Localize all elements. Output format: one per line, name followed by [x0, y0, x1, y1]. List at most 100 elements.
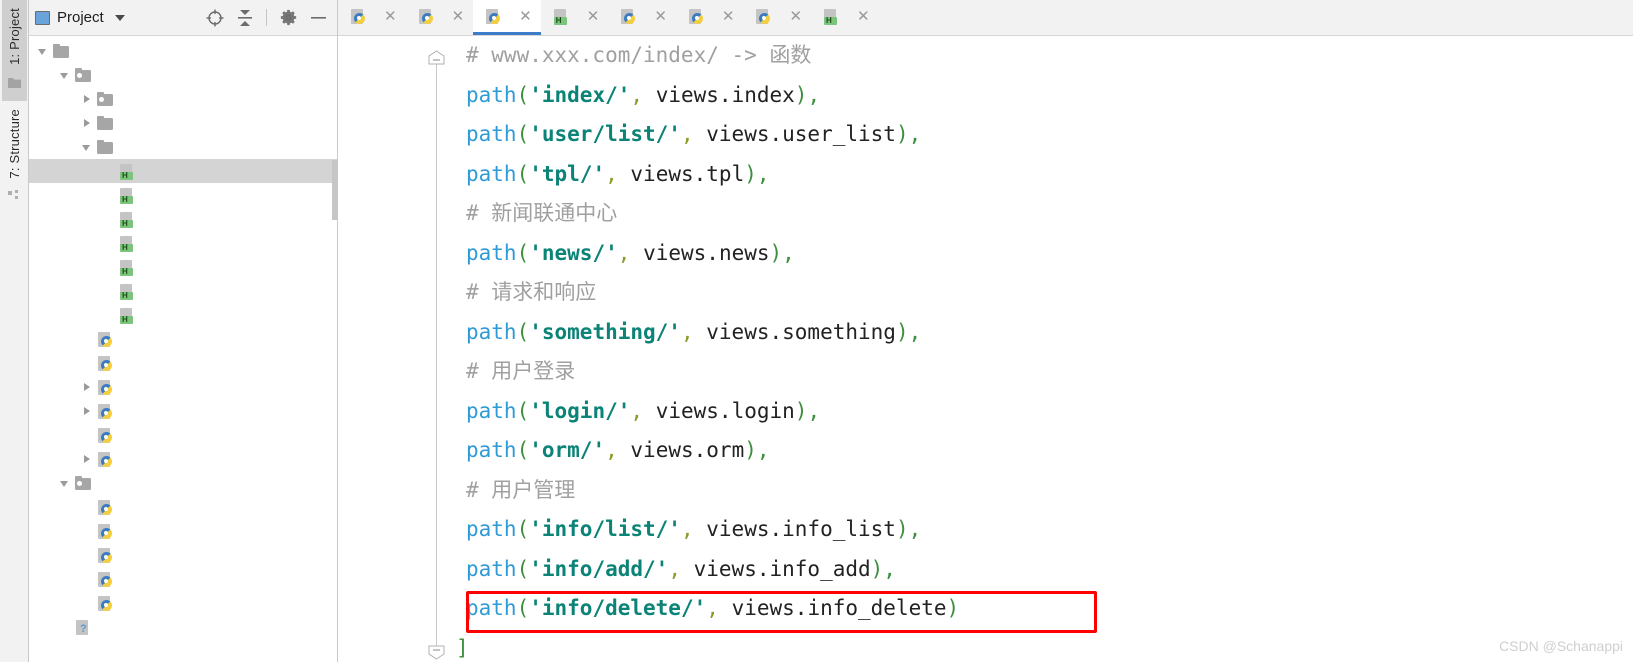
- folder-icon: [97, 139, 114, 155]
- close-icon[interactable]: ✕: [384, 9, 397, 24]
- close-icon[interactable]: ✕: [654, 9, 667, 24]
- tree-arrow-placeholder: [103, 309, 116, 322]
- code-identifier: views: [655, 82, 719, 107]
- code-paren-close: ),: [794, 398, 821, 423]
- tree-item-static[interactable]: [29, 111, 337, 135]
- editor-tab-views-py[interactable]: ✕: [743, 0, 811, 35]
- code-comma: ,: [605, 438, 618, 462]
- tree-item-urls-py[interactable]: [29, 567, 337, 591]
- tree-expand-arrow-right-icon[interactable]: [81, 405, 94, 418]
- code-attribute: info_delete: [807, 596, 947, 620]
- editor-tab-info-list-html[interactable]: H ✕: [541, 0, 609, 35]
- code-dot: .: [794, 596, 808, 620]
- tree-item-news-html[interactable]: H: [29, 231, 337, 255]
- tree-expand-arrow-down-icon[interactable]: [81, 141, 94, 154]
- close-icon[interactable]: ✕: [587, 9, 600, 24]
- code-fold-column[interactable]: [418, 36, 456, 662]
- tree-item-mysite[interactable]: [29, 39, 337, 63]
- code-dot: .: [718, 82, 732, 107]
- close-icon[interactable]: ✕: [452, 9, 465, 24]
- close-icon[interactable]: ✕: [519, 9, 532, 24]
- editor-tab-info-add-html[interactable]: H ✕: [811, 0, 879, 35]
- code-paren-open: (: [516, 122, 530, 146]
- tree-expand-arrow-down-icon[interactable]: [59, 69, 72, 82]
- tree-item--init-py[interactable]: [29, 495, 337, 519]
- close-icon[interactable]: ✕: [857, 9, 870, 24]
- code-dot: .: [769, 122, 783, 146]
- line-number: [338, 194, 418, 234]
- code-string-literal: 'index/': [529, 82, 631, 107]
- project-window-icon: [35, 10, 50, 25]
- editor-tab-bar[interactable]: ✕ ✕ ✕ H ✕ ✕ ✕ ✕ H ✕: [338, 0, 1633, 36]
- tree-expand-arrow-right-icon[interactable]: [81, 381, 94, 394]
- chevron-down-icon[interactable]: [114, 14, 125, 21]
- tree-item-asgi-py[interactable]: [29, 519, 337, 543]
- tree-item-templates[interactable]: [29, 135, 337, 159]
- tree-item-app01[interactable]: [29, 63, 337, 87]
- tree-expand-arrow-right-icon[interactable]: [81, 93, 94, 106]
- tree-item-models-py[interactable]: [29, 399, 337, 423]
- collapse-all-icon[interactable]: [237, 9, 253, 27]
- code-string-literal: 'user/list/': [529, 122, 681, 146]
- locate-icon[interactable]: [206, 9, 224, 27]
- tree-item-admin-py[interactable]: [29, 351, 337, 375]
- tool-window-tab-project[interactable]: 1: Project: [1, 0, 27, 101]
- tree-arrow-placeholder: [81, 525, 94, 538]
- tree-expand-arrow-right-icon[interactable]: [81, 117, 94, 130]
- code-editor[interactable]: # www.xxx.com/index/ -> 函数 path('index/',…: [338, 36, 1633, 662]
- python-file-icon: [688, 8, 705, 24]
- code-paren-open: (: [516, 596, 530, 620]
- fold-marker-top-icon[interactable]: [428, 50, 445, 65]
- fold-marker-bottom-icon[interactable]: [428, 645, 445, 660]
- gear-icon[interactable]: [280, 9, 297, 26]
- tree-item-info-add-html[interactable]: H: [29, 159, 337, 183]
- tree-item-info-list-html[interactable]: H: [29, 183, 337, 207]
- tool-window-tab-structure[interactable]: 7: Structure: [2, 101, 27, 215]
- tree-expand-arrow-down-icon[interactable]: [59, 477, 72, 490]
- html-file-icon: H: [823, 8, 840, 25]
- tree-item-views-py[interactable]: [29, 447, 337, 471]
- editor-tab-urls-py[interactable]: ✕: [473, 0, 541, 35]
- tree-expand-arrow-down-icon[interactable]: [37, 45, 50, 58]
- python-file-icon: [620, 8, 637, 24]
- tree-item-login-html[interactable]: H: [29, 207, 337, 231]
- tree-item-apps-py[interactable]: [29, 375, 337, 399]
- html-file-icon: H: [119, 163, 136, 180]
- code-line-29: # 请求和响应: [466, 273, 1633, 313]
- code-text[interactable]: # www.xxx.com/index/ -> 函数 path('index/',…: [456, 36, 1633, 662]
- html-file-icon: H: [119, 187, 136, 204]
- project-file-tree[interactable]: H H H H H H H?: [29, 36, 337, 662]
- tree-item-migrations[interactable]: [29, 87, 337, 111]
- fold-region-line: [436, 58, 437, 648]
- tree-item-settings-py[interactable]: [29, 543, 337, 567]
- line-number: [338, 155, 418, 195]
- minimize-icon[interactable]: [310, 9, 327, 26]
- tree-expand-arrow-right-icon[interactable]: [81, 453, 94, 466]
- close-icon[interactable]: ✕: [722, 9, 735, 24]
- tree-item-db-sqlite3[interactable]: ?: [29, 615, 337, 639]
- close-icon[interactable]: ✕: [789, 9, 802, 24]
- tree-item-tests-py[interactable]: [29, 423, 337, 447]
- tree-item-something-html[interactable]: H: [29, 255, 337, 279]
- tool-window-tab-project-label: 1: Project: [6, 8, 22, 65]
- line-number-gutter: [338, 36, 418, 662]
- tree-item-wsgi-py[interactable]: [29, 591, 337, 615]
- code-comma: ,: [630, 398, 644, 423]
- tree-arrow-placeholder: [81, 501, 94, 514]
- project-panel-scrollbar[interactable]: [332, 160, 337, 220]
- editor-tab-models-py[interactable]: ✕: [676, 0, 744, 35]
- editor-tab-settings-py[interactable]: ✕: [608, 0, 676, 35]
- editor-tab-apps-py[interactable]: ✕: [338, 0, 406, 35]
- python-file-icon: [97, 379, 114, 395]
- tree-item-user-list-html[interactable]: H: [29, 303, 337, 327]
- tree-item-mysite[interactable]: [29, 471, 337, 495]
- editor-tab-manage-py[interactable]: ✕: [406, 0, 474, 35]
- project-panel-title: Project: [57, 9, 104, 26]
- project-panel-title-group[interactable]: Project: [35, 9, 125, 26]
- code-comment: # 用户管理: [466, 477, 576, 502]
- code-string-literal: 'info/delete/': [529, 596, 707, 620]
- tree-item--init-py[interactable]: [29, 327, 337, 351]
- tree-item-tpl-html[interactable]: H: [29, 279, 337, 303]
- python-file-icon: [755, 8, 772, 24]
- code-attribute: orm: [706, 438, 745, 462]
